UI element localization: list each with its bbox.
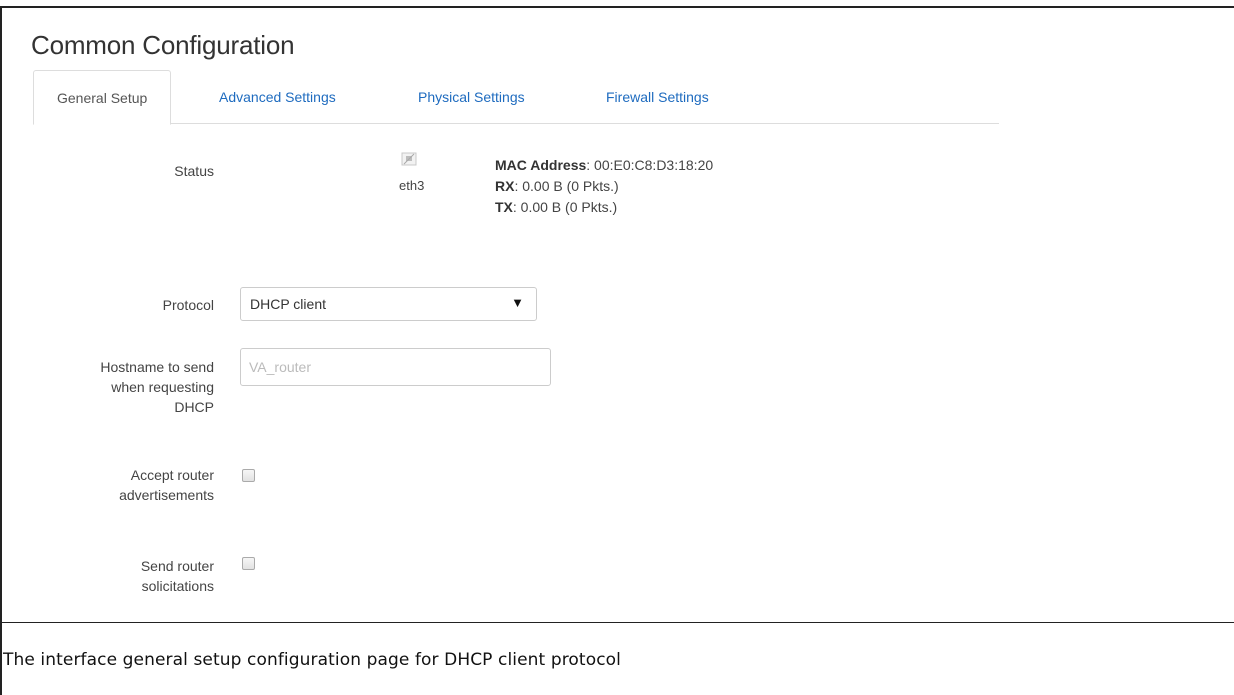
tab-firewall-settings[interactable]: Firewall Settings: [606, 70, 709, 124]
figure-caption: The interface general setup configuratio…: [3, 650, 621, 670]
interface-name: eth3: [399, 178, 425, 193]
send-rs-label-line: solicitations: [141, 578, 214, 594]
send-rs-label: Send router solicitations: [141, 556, 214, 596]
protocol-label: Protocol: [162, 297, 214, 313]
accept-router-advertisements-checkbox[interactable]: [242, 469, 255, 482]
mac-address-line: MAC Address: 00:E0:C8:D3:18:20: [495, 155, 713, 176]
caption-divider: [0, 622, 1234, 623]
tab-advanced-settings[interactable]: Advanced Settings: [219, 70, 336, 124]
tx-line: TX: 0.00 B (0 Pkts.): [495, 197, 713, 218]
hostname-label-line: DHCP: [174, 399, 214, 415]
protocol-select[interactable]: DHCP client ▼: [240, 287, 537, 321]
network-port-icon: [401, 152, 417, 166]
accept-ra-label-line: advertisements: [119, 487, 214, 503]
status-details: MAC Address: 00:E0:C8:D3:18:20 RX: 0.00 …: [495, 155, 713, 218]
send-rs-label-line: Send router: [140, 558, 214, 574]
hostname-label-line: Hostname to send: [100, 359, 214, 375]
hostname-label-line: when requesting: [111, 379, 214, 395]
hostname-label: Hostname to send when requesting DHCP: [100, 357, 214, 417]
rx-line: RX: 0.00 B (0 Pkts.): [495, 176, 713, 197]
hostname-input[interactable]: [240, 348, 551, 386]
page-title: Common Configuration: [31, 30, 295, 60]
mac-address-value: : 00:E0:C8:D3:18:20: [586, 157, 714, 173]
rx-value: : 0.00 B (0 Pkts.): [514, 178, 619, 194]
tx-value: : 0.00 B (0 Pkts.): [512, 199, 618, 215]
tab-bar: General Setup Advanced Settings Physical…: [33, 70, 999, 125]
mac-address-label: MAC Address: [495, 157, 587, 173]
protocol-selected-value: DHCP client: [250, 296, 326, 312]
send-router-solicitations-checkbox[interactable]: [242, 557, 255, 570]
rx-label: RX: [495, 178, 515, 194]
chevron-down-icon: ▼: [511, 295, 524, 310]
tx-label: TX: [495, 199, 513, 215]
accept-ra-label: Accept router advertisements: [119, 465, 214, 505]
tab-physical-settings[interactable]: Physical Settings: [418, 70, 525, 124]
accept-ra-label-line: Accept router: [130, 467, 214, 483]
tab-general-setup[interactable]: General Setup: [33, 70, 172, 125]
status-label: Status: [174, 163, 214, 179]
